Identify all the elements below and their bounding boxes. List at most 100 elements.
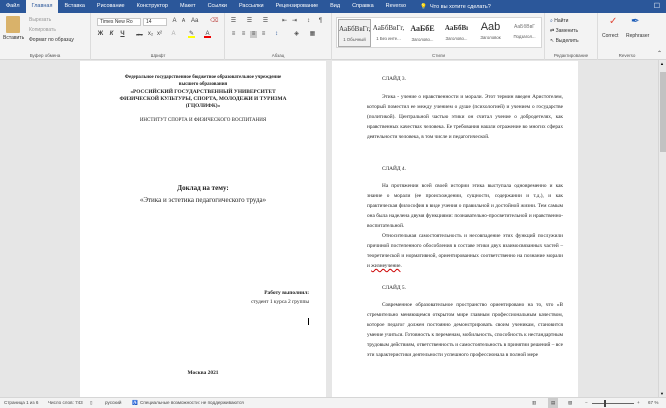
tab-file[interactable]: Файл	[0, 0, 26, 13]
style-heading2[interactable]: АаБбВı Заголово...	[440, 19, 473, 47]
style-name: Заголово...	[445, 36, 468, 41]
style-sample: АаБбВвГг,	[339, 25, 370, 33]
replace-button[interactable]: ⇄ Заменить	[550, 28, 578, 34]
borders-icon[interactable]: ▦	[309, 31, 316, 38]
multilevel-list-icon[interactable]: ☰	[262, 18, 269, 25]
style-no-spacing[interactable]: АаБбВвГг, 1 Без инте...	[372, 19, 405, 47]
correct-button[interactable]: Correct	[602, 33, 618, 39]
tab-help[interactable]: Справка	[346, 0, 380, 13]
city-year: Москва 2021	[187, 370, 219, 376]
align-right-icon[interactable]: ≡	[260, 31, 267, 38]
zoom-slider-thumb[interactable]	[604, 400, 607, 407]
done-by: Работу выполнил:	[264, 290, 309, 296]
find-button[interactable]: ⌕ Найти	[550, 18, 568, 24]
align-left-icon[interactable]: ≡	[230, 31, 237, 38]
ribbon-tabs: Файл Главная Вставка Рисование Конструкт…	[0, 0, 666, 13]
shading-icon[interactable]: ◈	[293, 31, 300, 38]
rephraser-feather-icon[interactable]: ✒	[631, 16, 639, 27]
paragraph-group: ☰ ☰ ☰ ⇤ ⇥ ↕ ¶ ≡ ≡ ≡ ≡ ↕ ◈ ▦ Абзац	[225, 13, 332, 60]
change-case-icon[interactable]: Aa	[191, 18, 198, 25]
underline-button[interactable]: Ч	[119, 31, 126, 38]
line-spacing-icon[interactable]: ↕	[273, 31, 280, 38]
correct-check-icon[interactable]: ✓	[609, 16, 617, 27]
tab-references[interactable]: Ссылки	[202, 0, 233, 13]
style-sample: АаБбЕ	[410, 24, 435, 33]
accessibility-icon: ♿	[132, 400, 138, 405]
slide-4-heading: СЛАЙД 4.	[382, 166, 406, 172]
bold-button[interactable]: Ж	[97, 31, 104, 38]
strikethrough-icon[interactable]: abc	[136, 31, 143, 38]
select-button[interactable]: ↖ Выделить	[550, 38, 579, 44]
page-2[interactable]: СЛАЙД 3. Этика - учение о нравственности…	[332, 61, 578, 397]
zoom-out-icon[interactable]: −	[585, 398, 588, 408]
zoom-in-icon[interactable]: +	[637, 398, 640, 408]
zoom-slider[interactable]	[592, 400, 634, 407]
style-normal[interactable]: АаБбВвГг, 1 Обычный	[338, 19, 371, 47]
style-heading1[interactable]: АаБбЕ Заголово...	[406, 19, 439, 47]
reverso-label: Reverso	[618, 53, 636, 58]
tell-me-search[interactable]: 💡 Что вы хотите сделать?	[420, 4, 491, 10]
print-layout-icon[interactable]: ▤	[548, 398, 559, 408]
rephraser-button[interactable]: Rephraser	[626, 33, 649, 39]
sort-icon[interactable]: ↕	[305, 18, 312, 25]
page-count[interactable]: Страница 1 из 6	[4, 398, 38, 408]
increase-indent-icon[interactable]: ⇥	[291, 18, 298, 25]
style-sample: АаБбВı	[444, 24, 469, 32]
shrink-font-icon[interactable]: A	[180, 18, 187, 25]
font-name-select[interactable]: Times New Ro	[97, 18, 141, 26]
language[interactable]: русский	[105, 398, 121, 408]
format-painter-button[interactable]: Формат по образцу	[29, 37, 74, 43]
tab-mailings[interactable]: Рассылки	[233, 0, 270, 13]
accessibility-status[interactable]: Специальные возможности: не поддерживают…	[140, 398, 244, 408]
vertical-scrollbar[interactable]: ▲ ▼	[658, 60, 666, 397]
institute: ИНСТИТУТ СПОРТА И ФИЗИЧЕСКОГО ВОСПИТАНИЯ	[139, 118, 267, 123]
read-mode-icon[interactable]: ▥	[532, 398, 536, 408]
proofing-icon[interactable]: ▯	[90, 398, 93, 408]
grow-font-icon[interactable]: A	[171, 18, 178, 25]
bullets-icon[interactable]: ☰	[230, 18, 237, 25]
paste-button[interactable]: Вставить	[3, 35, 24, 41]
find-label: Найти	[554, 18, 569, 24]
highlight-icon[interactable]: ✎	[188, 31, 195, 38]
web-layout-icon[interactable]: ▧	[568, 398, 572, 408]
comments-icon[interactable]: ☐	[654, 2, 660, 10]
page-1[interactable]: Федеральное государственное бюджетное об…	[80, 61, 326, 397]
slide-5-heading: СЛАЙД 5.	[382, 285, 406, 291]
tab-reverso[interactable]: Reverso	[380, 0, 412, 13]
scroll-up-icon[interactable]: ▲	[660, 61, 664, 66]
tab-layout[interactable]: Макет	[174, 0, 202, 13]
tab-review[interactable]: Рецензирование	[270, 0, 324, 13]
show-marks-icon[interactable]: ¶	[317, 18, 324, 25]
justify-icon[interactable]: ≡	[250, 31, 257, 38]
align-center-icon[interactable]: ≡	[240, 31, 247, 38]
clipboard-group: Вставить Вырезать Копировать Формат по о…	[0, 13, 91, 60]
scroll-down-icon[interactable]: ▼	[660, 391, 664, 396]
style-subtitle[interactable]: АаБбВвГ Подзагол...	[508, 19, 541, 47]
tab-home[interactable]: Главная	[25, 0, 59, 13]
zoom-level[interactable]: 67 %	[648, 398, 658, 408]
cut-button[interactable]: Вырезать	[29, 17, 51, 23]
numbering-icon[interactable]: ☰	[246, 18, 253, 25]
misspelled-word[interactable]: жизнеучение	[371, 263, 400, 269]
scrollbar-thumb[interactable]	[660, 72, 666, 152]
text-cursor	[308, 318, 309, 325]
word-count[interactable]: Число слов: 743	[48, 398, 83, 408]
paste-icon[interactable]	[6, 16, 20, 33]
tab-insert[interactable]: Вставка	[58, 0, 90, 13]
tab-design[interactable]: Конструктор	[131, 0, 174, 13]
collapse-ribbon-icon[interactable]: ⌃	[657, 50, 662, 57]
paragraph-3: Относительная самостоятельность и несовп…	[367, 231, 563, 271]
font-color-icon[interactable]: A	[204, 31, 211, 38]
tab-view[interactable]: Вид	[324, 0, 346, 13]
tab-draw[interactable]: Рисование	[91, 0, 131, 13]
subscript-icon[interactable]: x₂	[147, 31, 154, 38]
superscript-icon[interactable]: x²	[156, 31, 163, 38]
style-title[interactable]: Aab Заголовок	[474, 19, 507, 47]
clear-formatting-icon[interactable]: ⌫	[210, 18, 218, 25]
text-effects-icon[interactable]: A	[170, 31, 177, 38]
decrease-indent-icon[interactable]: ⇤	[281, 18, 288, 25]
italic-button[interactable]: К	[108, 31, 115, 38]
style-name: Заголово...	[411, 37, 434, 42]
copy-button[interactable]: Копировать	[29, 27, 56, 33]
font-size-select[interactable]: 14	[143, 18, 167, 26]
